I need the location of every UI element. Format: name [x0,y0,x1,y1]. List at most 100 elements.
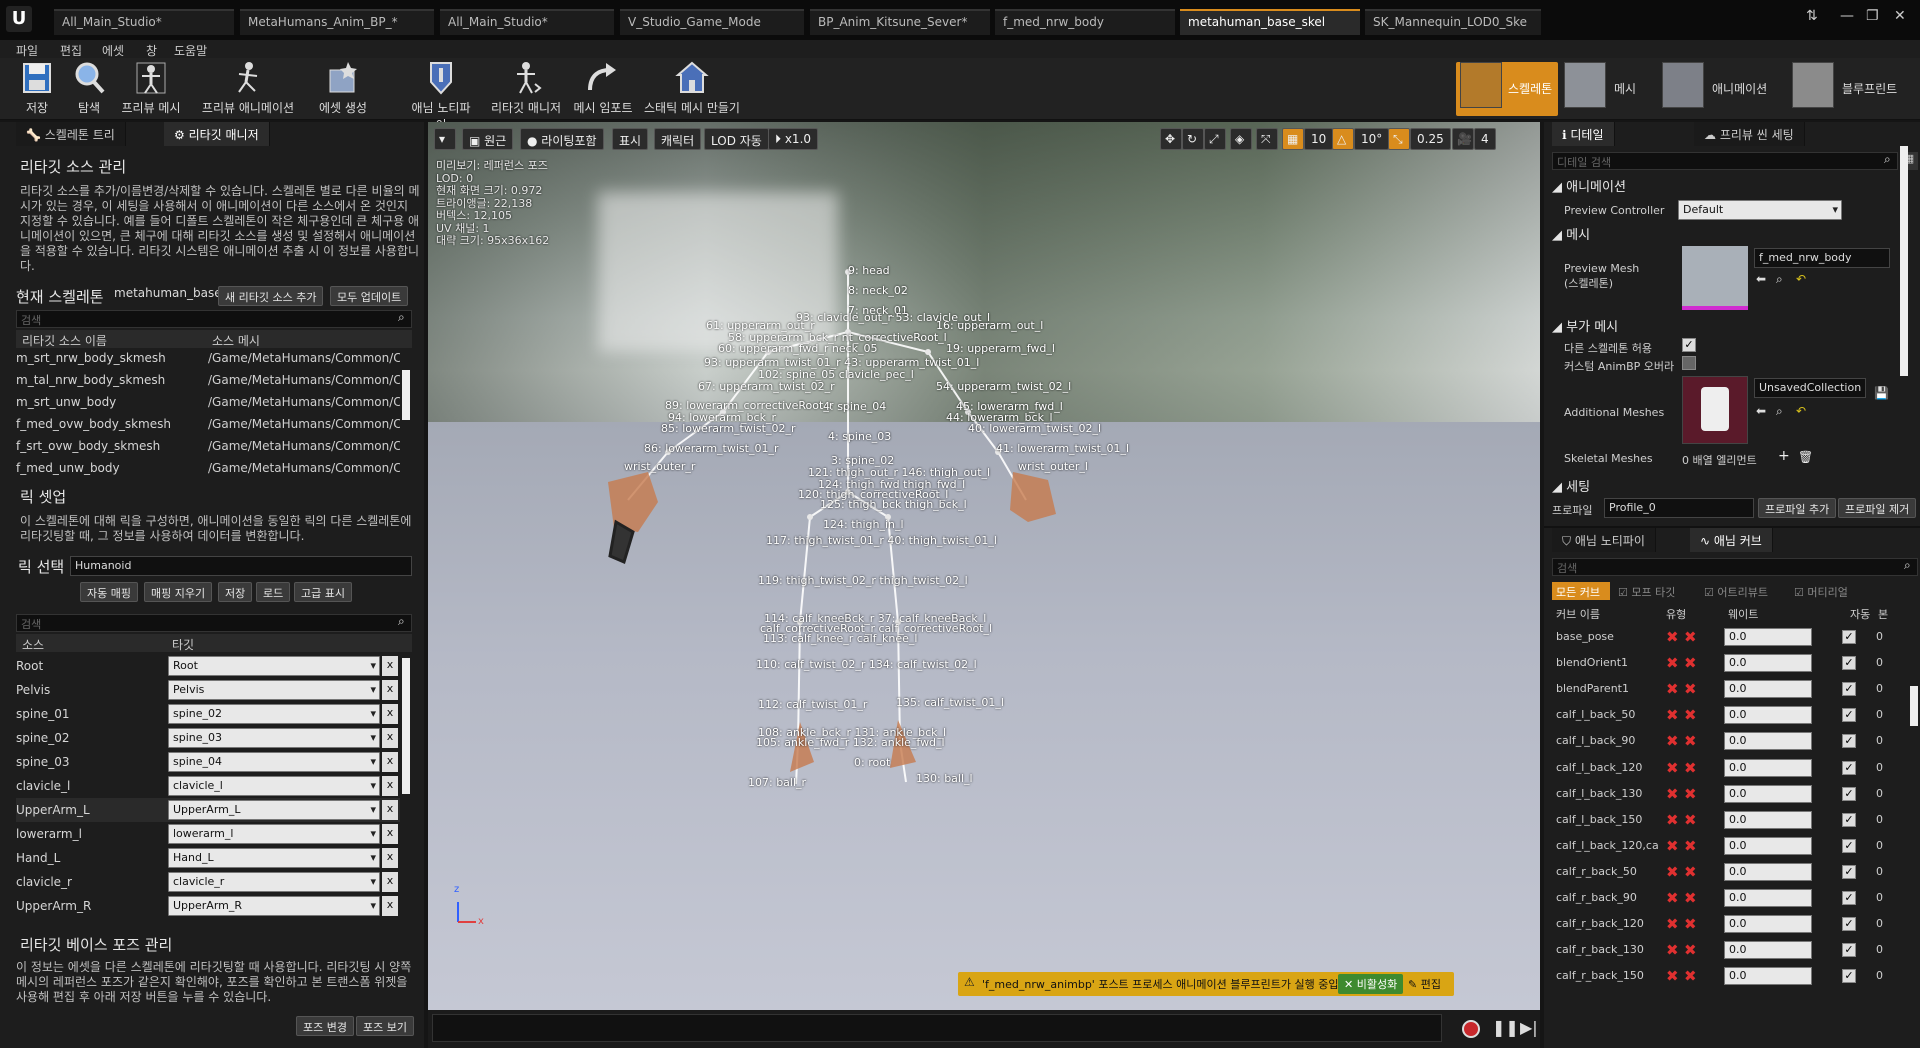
clear-mapping-x-icon[interactable]: x [382,704,398,724]
anim-notify-button[interactable]: 애님 노티파이 [406,58,476,132]
curve-row[interactable]: calf_l_back_90 ✖ ✖ 0.0 ✓ 0 [1552,728,1908,754]
morph-type-icon[interactable]: ✖ [1666,864,1680,879]
curve-weight-input[interactable]: 0.0 [1724,915,1812,934]
curve-weight-input[interactable]: 0.0 [1724,941,1812,960]
curve-row[interactable]: base_pose ✖ ✖ 0.0 ✓ 0 [1552,624,1908,650]
timeline-track[interactable] [432,1014,1442,1042]
clear-mapping-x-icon[interactable]: x [382,800,398,820]
reset-icon[interactable]: ↶ [1796,272,1806,286]
retarget-source-search[interactable]: 검색 [16,310,412,328]
viewport[interactable]: ▾ ▣ 원근 ● 라이팅포함 표시 캐릭터 LOD 자동 ⏵ x1.0 ✥ ↻ … [428,122,1540,1010]
morph-type-icon[interactable]: ✖ [1666,917,1680,932]
source-row[interactable]: f_med_unw_body/Game/MetaHumans/Common/Co… [16,458,400,480]
show-advanced-button[interactable]: 고급 표시 [294,582,352,602]
curve-row[interactable]: calf_r_back_150 ✖ ✖ 0.0 ✓ 0 [1552,963,1908,989]
menu-asset[interactable]: 에셋 [102,42,124,59]
mapping-target-dropdown[interactable]: lowerarm_l [168,824,380,844]
curve-row[interactable]: calf_l_back_130 ✖ ✖ 0.0 ✓ 0 [1552,781,1908,807]
document-tab[interactable]: metahuman_base_skel [1180,9,1360,35]
morph-type-icon[interactable]: ✖ [1666,786,1680,801]
mapping-target-dropdown[interactable]: clavicle_l [168,776,380,796]
curve-auto-checkbox[interactable]: ✓ [1842,708,1856,723]
maximize-button[interactable]: ❐ [1866,8,1879,24]
clear-mapping-x-icon[interactable]: x [382,728,398,748]
filter-morph-target[interactable]: ☑ 모프 타깃 [1618,584,1675,600]
additional-browse-icon[interactable]: ⌕ [1776,404,1783,419]
disable-postprocess-button[interactable]: ✕ 비활성화 [1338,974,1404,994]
mapping-target-dropdown[interactable]: Pelvis [168,680,380,700]
material-type-icon[interactable]: ✖ [1684,838,1698,853]
tab-preview-scene[interactable]: ☁ 프리뷰 씬 세팅 [1694,122,1805,146]
curve-weight-input[interactable]: 0.0 [1724,628,1812,646]
material-type-icon[interactable]: ✖ [1684,812,1698,827]
clear-mapping-x-icon[interactable]: x [382,752,398,772]
delete-elements-icon[interactable]: 🗑 [1798,450,1813,464]
morph-type-icon[interactable]: ✖ [1666,969,1680,984]
source-row[interactable]: f_srt_ovw_body_skmesh/Game/MetaHumans/Co… [16,436,400,458]
mapping-target-dropdown[interactable]: Root [168,656,380,676]
curve-weight-input[interactable]: 0.0 [1724,706,1812,725]
curve-auto-checkbox[interactable]: ✓ [1842,812,1856,827]
create-asset-button[interactable]: 에셋 생성 [312,58,374,120]
minimize-button[interactable]: — [1840,8,1854,24]
preview-animation-button[interactable]: 프리뷰 애니메이션 [200,58,296,120]
unreal-logo-icon[interactable]: U [6,6,32,32]
close-window-button[interactable]: ✕ [1894,8,1906,24]
tab-details[interactable]: ℹ 디테일 [1552,122,1615,146]
preview-controller-dropdown[interactable]: Default [1678,200,1842,220]
preview-mesh-button[interactable]: 프리뷰 메시 [118,58,184,120]
remove-profile-button[interactable]: 프로파일 제거 [1838,498,1917,518]
save-collection-icon[interactable]: 💾 [1874,386,1889,400]
view-pose-button[interactable]: 포즈 보기 [356,1016,414,1036]
filter-attribute[interactable]: ☑ 어트리뷰트 [1704,584,1768,600]
document-tab[interactable]: All_Main_Studio* [54,9,234,35]
material-type-icon[interactable]: ✖ [1684,943,1698,958]
source-row[interactable]: f_med_ovw_body_skmesh/Game/MetaHumans/Co… [16,414,400,436]
curve-auto-checkbox[interactable]: ✓ [1842,630,1856,644]
modify-pose-button[interactable]: 포즈 변경 [296,1016,354,1036]
details-scrollbar[interactable] [1900,146,1908,376]
mapping-target-dropdown[interactable]: spine_04 [168,752,380,772]
save-button[interactable]: 저장 [14,58,60,120]
mapping-target-dropdown[interactable]: spine_02 [168,704,380,724]
mapping-search[interactable]: 검색 [16,614,412,632]
mode-animation-button[interactable]: 애니메이션 [1662,62,1772,116]
curve-list-scrollbar[interactable] [1910,686,1918,726]
clear-mapping-x-icon[interactable]: x [382,896,398,916]
source-list-scrollbar[interactable] [402,370,410,420]
load-mapping-button[interactable]: 로드 [256,582,291,602]
browse-asset-icon[interactable]: ⌕ [1776,272,1783,287]
clear-mapping-button[interactable]: 매핑 지우기 [144,582,213,602]
filter-all-curves[interactable]: 모든 커브 [1552,582,1610,600]
morph-type-icon[interactable]: ✖ [1666,734,1680,749]
curve-auto-checkbox[interactable]: ✓ [1842,734,1856,749]
curve-search[interactable]: 검색 [1552,558,1918,576]
curve-row[interactable]: calf_r_back_130 ✖ ✖ 0.0 ✓ 0 [1552,937,1908,963]
curve-row[interactable]: blendParent1 ✖ ✖ 0.0 ✓ 0 [1552,676,1908,702]
record-icon[interactable] [1462,1020,1480,1038]
document-tab[interactable]: f_med_nrw_body [995,9,1175,35]
clear-mapping-x-icon[interactable]: x [382,824,398,844]
source-control-icon[interactable]: ⇅ [1806,8,1818,24]
curve-auto-checkbox[interactable]: ✓ [1842,838,1856,853]
additional-use-selected-icon[interactable]: ⬅ [1756,404,1766,418]
tab-skeleton-tree[interactable]: 🦴 스켈레톤 트리 [16,122,126,146]
curve-row[interactable]: calf_l_back_150 ✖ ✖ 0.0 ✓ 0 [1552,807,1908,833]
material-type-icon[interactable]: ✖ [1684,786,1698,801]
add-retarget-source-button[interactable]: 새 리타깃 소스 추가 [218,286,324,306]
curve-auto-checkbox[interactable]: ✓ [1842,682,1856,697]
curve-weight-input[interactable]: 0.0 [1724,654,1812,673]
curve-weight-input[interactable]: 0.0 [1724,758,1812,777]
curve-weight-input[interactable]: 0.0 [1724,732,1812,751]
material-type-icon[interactable]: ✖ [1684,708,1698,723]
add-element-icon[interactable]: + [1778,448,1790,464]
section-additional-mesh[interactable]: ◢ 부가 메시 [1552,316,1618,335]
curve-weight-input[interactable]: 0.0 [1724,889,1812,907]
section-mesh[interactable]: ◢ 메시 [1552,224,1590,243]
curve-weight-input[interactable]: 0.0 [1724,784,1812,803]
curve-row[interactable]: calf_r_back_120 ✖ ✖ 0.0 ✓ 0 [1552,911,1908,937]
menu-file[interactable]: 파일 [16,42,38,59]
curve-auto-checkbox[interactable]: ✓ [1842,656,1856,671]
pause-icon[interactable]: ❚❚ [1492,1018,1519,1037]
browse-button[interactable]: 탐색 [66,58,112,120]
